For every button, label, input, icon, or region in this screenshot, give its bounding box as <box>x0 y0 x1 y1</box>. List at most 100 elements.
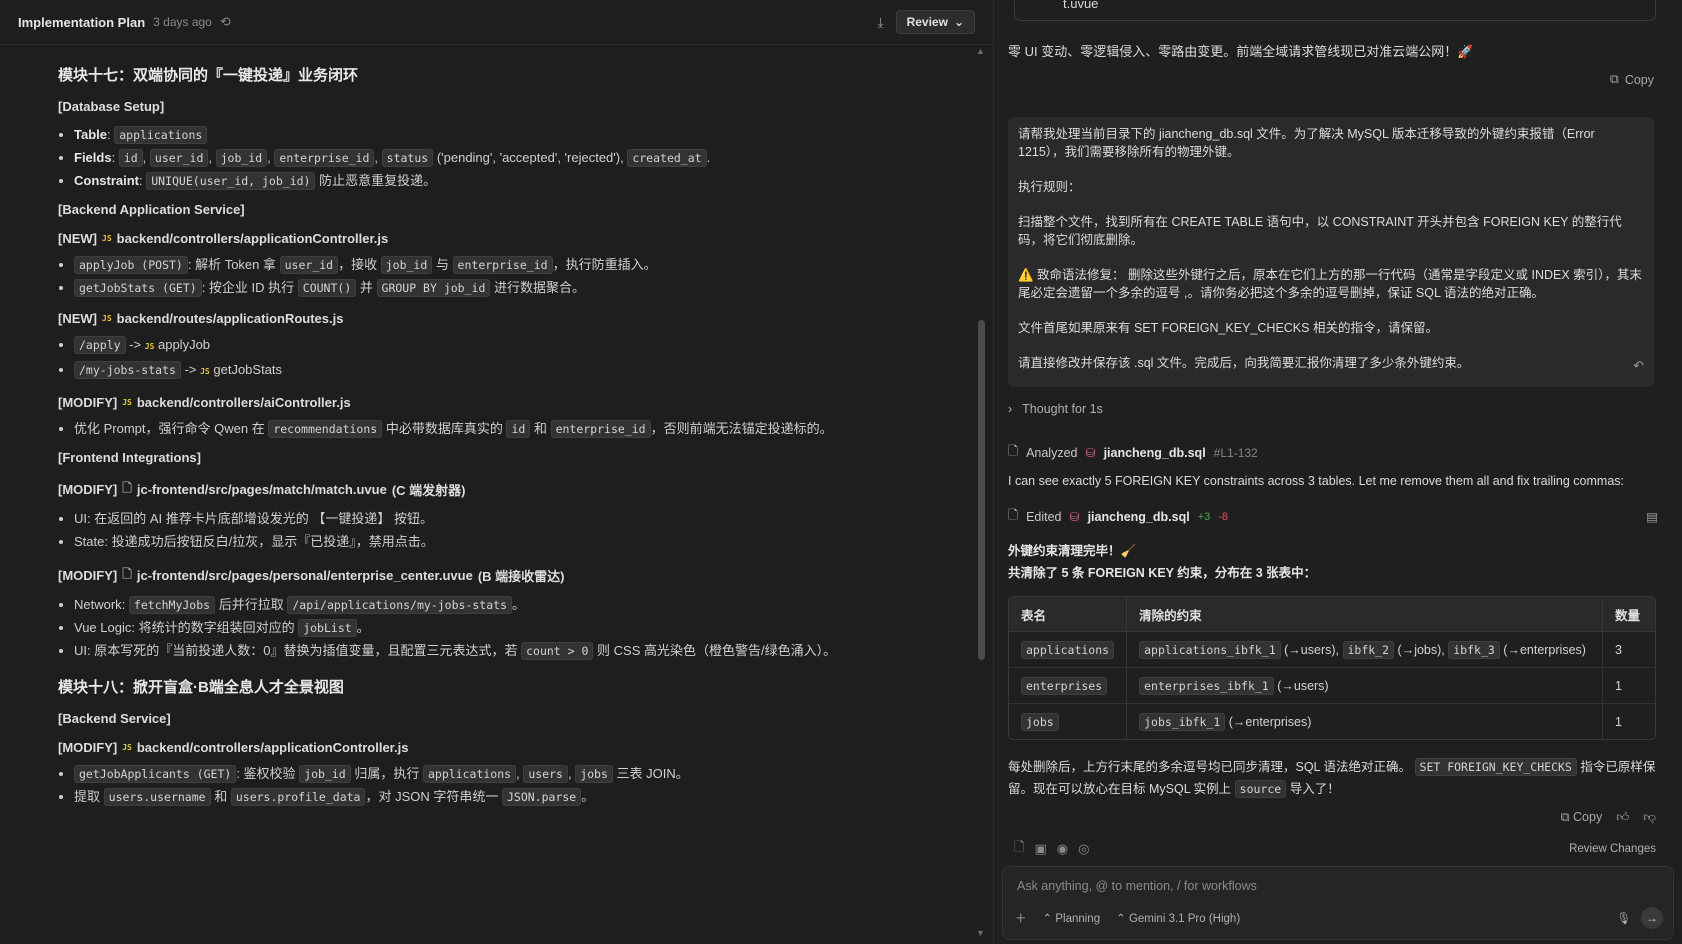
column-header: 清除的约束 <box>1127 597 1603 632</box>
previous-table-fragment: t.uvue <box>1014 0 1656 21</box>
list-item: Fields: id, user_id, job_id, enterprise_… <box>74 149 973 167</box>
file-icon: 🗋 <box>122 567 132 581</box>
list-item: Vue Logic: 将统计的数字组装回对应的 jobList。 <box>74 619 973 637</box>
message-actions: ⧉ Copy 👍︎ 👎︎ <box>1008 810 1656 832</box>
terminal-icon[interactable]: ▣ <box>1034 841 1046 857</box>
constraints-table: 表名 清除的约束 数量 applications applications_ib… <box>1008 596 1656 740</box>
list-item: /my-jobs-stats -> JS getJobStats <box>74 361 973 381</box>
file-path[interactable]: jc-frontend/src/pages/match/match.uvue <box>137 482 387 497</box>
file-icon: 🗋 <box>122 481 132 495</box>
list-item: Table: applications <box>74 126 973 144</box>
lines-removed: -8 <box>1218 510 1229 523</box>
context-toolbar: 🗋 ▣ ◉ ◎ Review Changes <box>1014 838 1656 860</box>
scrollbar-thumb[interactable] <box>978 320 985 660</box>
review-changes-button[interactable]: Review Changes <box>1569 843 1656 855</box>
list-item: /apply -> JS applyJob <box>74 336 973 356</box>
scroll-down-arrow-icon[interactable]: ▼ <box>976 928 985 938</box>
add-icon[interactable]: ＋ <box>1015 910 1027 926</box>
file-entry[interactable]: [NEW] JS backend/controllers/application… <box>58 231 973 246</box>
list-item: 优化 Prompt，强行命令 Qwen 在 recommendations 中必… <box>74 420 973 438</box>
edited-step[interactable]: 🗋 Edited ⛁ jiancheng_db.sql +3 -8 ▤ <box>1008 506 1658 527</box>
prompt-paragraph: 执行规则： <box>1018 180 1081 194</box>
file-entry[interactable]: [NEW] JS backend/routes/applicationRoute… <box>58 311 973 326</box>
prompt-paragraph: 扫描整个文件，找到所有在 CREATE TABLE 语句中，以 CONSTRAI… <box>1018 215 1622 247</box>
download-icon[interactable]: ⤓ <box>877 14 883 31</box>
thumbs-up-icon[interactable]: 👍︎ <box>1616 810 1629 825</box>
file-change-list: 优化 Prompt，强行命令 Qwen 在 recommendations 中必… <box>58 420 973 438</box>
result-summary: 每处删除后，上方行末尾的多余逗号均已同步清理，SQL 语法绝对正确。 SET F… <box>1008 758 1656 798</box>
prompt-paragraph: 请直接修改并保存该 .sql 文件。完成后，向我简要汇报你清理了多少条外键约束。 <box>1018 356 1470 370</box>
implementation-plan-pane: Implementation Plan 3 days ago ⟲ ⤓ Revie… <box>0 0 993 944</box>
list-item: UI: 在返回的 AI 推荐卡片底部增设发光的 【一键投递】 按钮。 <box>74 510 973 528</box>
module-18-heading: 模块十八：掀开盲盒·B端全息人才全景视图 <box>58 679 344 696</box>
section-backend-service: [Backend Service] <box>58 711 171 726</box>
table-row: enterprises enterprises_ibfk_1 (→users) … <box>1009 668 1655 704</box>
table-row: applications applications_ibfk_1 (→users… <box>1009 632 1655 668</box>
plan-header: Implementation Plan 3 days ago ⟲ ⤓ Revie… <box>0 0 993 45</box>
browser-icon[interactable]: ◉ <box>1057 841 1068 857</box>
file-path[interactable]: backend/controllers/applicationControlle… <box>137 740 409 755</box>
review-label: Review <box>906 15 948 29</box>
lines-added: +3 <box>1197 510 1211 523</box>
chat-input-placeholder[interactable]: Ask anything, @ to mention, / for workfl… <box>1017 879 1257 893</box>
chevron-down-icon: ⌄ <box>953 15 964 29</box>
list-item: getJobApplicants (GET): 鉴权校验 job_id 归属，执… <box>74 765 973 783</box>
line-range: #L1-132 <box>1213 445 1258 460</box>
review-button[interactable]: Review ⌄ <box>895 10 975 34</box>
undo-icon[interactable]: ↶ <box>1633 357 1644 375</box>
shield-icon[interactable]: ◎ <box>1078 841 1089 857</box>
prompt-paragraph: 文件首尾如果原来有 SET FOREIGN_KEY_CHECKS 相关的指令，请… <box>1018 321 1438 335</box>
js-file-icon: JS <box>122 743 132 752</box>
agent-message: I can see exactly 5 FOREIGN KEY constrai… <box>1008 474 1624 488</box>
file-entry[interactable]: [MODIFY] JS backend/controllers/applicat… <box>58 740 973 755</box>
copy-icon: ⧉ <box>1609 72 1619 86</box>
file-change-list: applyJob (POST): 解析 Token 拿 user_id，接收 j… <box>58 256 973 297</box>
previous-message: 零 UI 变动、零逻辑侵入、零路由变更。前端全域请求管线现已对准云端公网！🚀 <box>1008 44 1474 59</box>
thumbs-down-icon[interactable]: 👎︎ <box>1643 810 1656 825</box>
analyzed-step[interactable]: 🗋 Analyzed ⛁ jiancheng_db.sql #L1-132 <box>1008 442 1258 463</box>
section-backend-application-service: [Backend Application Service] <box>58 202 245 217</box>
file-change-list: /apply -> JS applyJob /my-jobs-stats -> … <box>58 336 973 381</box>
plan-document: 模块十七：双端协同的『一键投递』业务闭环 [Database Setup] Ta… <box>58 56 973 812</box>
diff-icon[interactable]: ▤ <box>1646 509 1658 524</box>
file-entry[interactable]: [MODIFY] JS backend/controllers/aiContro… <box>58 395 973 410</box>
agent-chat-pane: t.uvue 零 UI 变动、零逻辑侵入、零路由变更。前端全域请求管线现已对准云… <box>994 0 1682 944</box>
file-change-list: Network: fetchMyJobs 后并行拉取 /api/applicat… <box>58 596 973 660</box>
chat-input[interactable]: Ask anything, @ to mention, / for workfl… <box>1002 866 1674 940</box>
db-list: Table: applications Fields: id, user_id,… <box>58 126 973 190</box>
prompt-paragraph: ⚠️ 致命语法修复： 删除这些外键行之后，原本在它们上方的那一行代码（通常是字段… <box>1018 268 1642 300</box>
list-item: getJobStats (GET): 按企业 ID 执行 COUNT() 并 G… <box>74 279 973 297</box>
copy-button[interactable]: ⧉ Copy <box>1610 72 1654 87</box>
file-path[interactable]: backend/controllers/applicationControlle… <box>117 231 389 246</box>
model-selector[interactable]: ⌃ Gemini 3.1 Pro (High) <box>1116 911 1240 925</box>
copy-button[interactable]: ⧉ Copy <box>1561 810 1603 825</box>
file-path[interactable]: backend/routes/applicationRoutes.js <box>117 311 344 326</box>
plan-age: 3 days ago <box>153 15 212 29</box>
file-path[interactable]: jc-frontend/src/pages/personal/enterpris… <box>137 568 473 583</box>
list-item: applyJob (POST): 解析 Token 拿 user_id，接收 j… <box>74 256 973 274</box>
file-entry[interactable]: [MODIFY] 🗋 jc-frontend/src/pages/persona… <box>58 565 973 586</box>
microphone-icon[interactable]: 🎙︎ <box>1616 911 1631 925</box>
file-icon[interactable]: 🗋 <box>1014 838 1024 860</box>
history-icon[interactable]: ⟲ <box>220 14 231 30</box>
list-item: Constraint: UNIQUE(user_id, job_id) 防止恶意… <box>74 172 973 190</box>
database-icon: ⛁ <box>1085 445 1096 460</box>
result-heading: 外键约束清理完毕！🧹 共清除了 5 条 FOREIGN KEY 约束，分布在 3… <box>1008 544 1317 580</box>
mode-selector[interactable]: ⌃ Planning <box>1043 911 1101 925</box>
js-file-icon: JS <box>102 314 112 323</box>
file-path[interactable]: backend/controllers/aiController.js <box>137 395 351 410</box>
js-file-icon: JS <box>102 234 112 243</box>
send-button[interactable]: → <box>1641 907 1663 929</box>
thought-toggle[interactable]: › Thought for 1s <box>1008 402 1103 416</box>
analyzed-file[interactable]: jiancheng_db.sql <box>1104 446 1206 460</box>
list-item: Network: fetchMyJobs 后并行拉取 /api/applicat… <box>74 596 973 614</box>
prompt-paragraph: 请帮我处理当前目录下的 jiancheng_db.sql 文件。为了解决 MyS… <box>1018 127 1595 159</box>
list-item: UI: 原本写死的『当前投递人数：0』替换为插值变量，且配置三元表达式，若 co… <box>74 642 973 660</box>
file-change-list: getJobApplicants (GET): 鉴权校验 job_id 归属，执… <box>58 765 973 806</box>
file-entry[interactable]: [MODIFY] 🗋 jc-frontend/src/pages/match/m… <box>58 479 973 500</box>
scroll-up-arrow-icon[interactable]: ▲ <box>976 46 985 56</box>
section-frontend-integrations: [Frontend Integrations] <box>58 450 201 465</box>
section-database-setup: [Database Setup] <box>58 99 165 114</box>
edited-file[interactable]: jiancheng_db.sql <box>1088 510 1190 524</box>
user-prompt-bubble: 请帮我处理当前目录下的 jiancheng_db.sql 文件。为了解决 MyS… <box>1008 117 1654 387</box>
